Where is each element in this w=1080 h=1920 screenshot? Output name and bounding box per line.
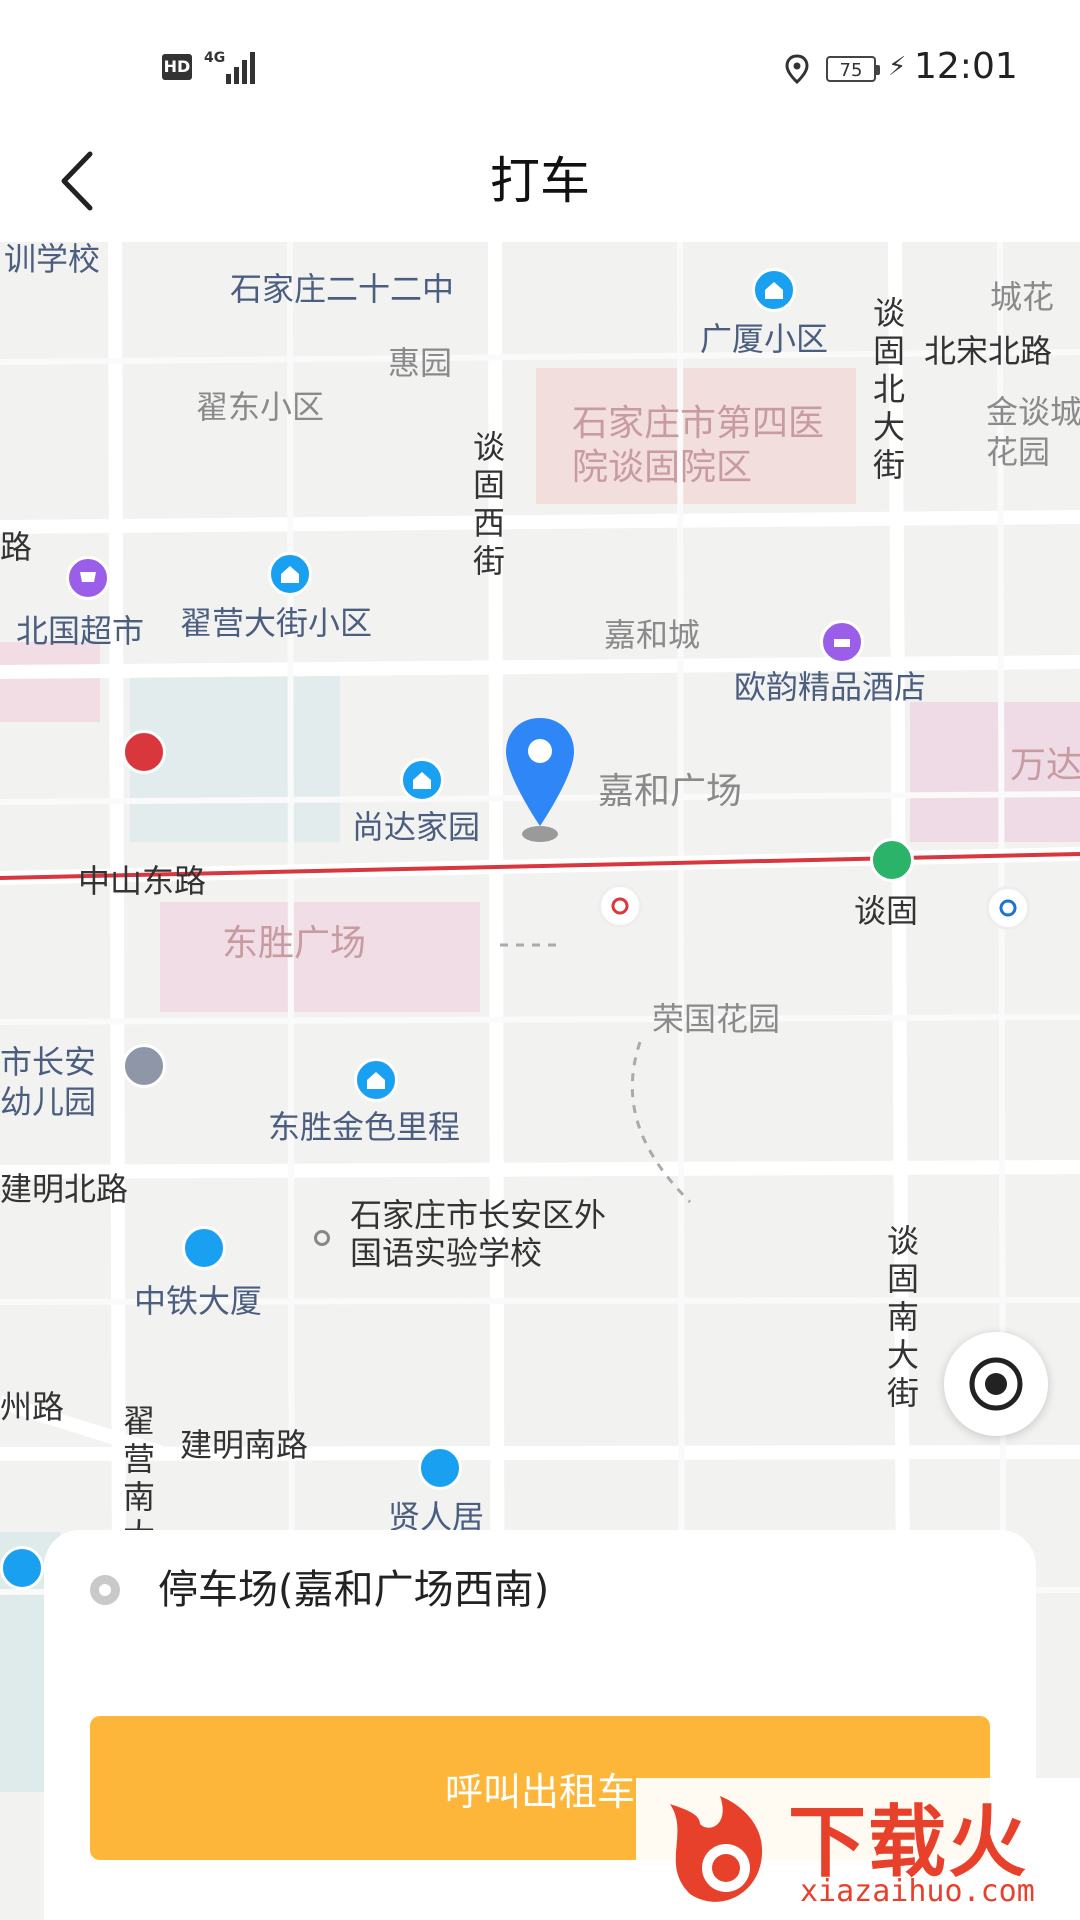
status-bar: HD 4G 75 ⚡ 12:01	[0, 0, 1080, 120]
map-label: 欧韵精品酒店	[734, 668, 927, 706]
residential-poi-icon[interactable]	[752, 268, 796, 312]
school-poi-icon[interactable]	[122, 1044, 166, 1088]
metro-station-icon[interactable]	[870, 838, 914, 882]
map-label: 中山东路	[78, 862, 207, 900]
map-label: 建明南路	[180, 1426, 309, 1464]
office-building-icon[interactable]	[182, 1226, 226, 1270]
locate-me-button[interactable]	[944, 1332, 1048, 1436]
origin-address[interactable]: 停车场(嘉和广场西南)	[158, 1560, 549, 1620]
hotel-poi-icon[interactable]	[820, 620, 864, 664]
map-label: 翟东小区	[196, 388, 325, 426]
map-label: 谈固	[854, 892, 919, 930]
map-pin-icon	[506, 718, 574, 842]
network-type: 4G	[204, 50, 226, 66]
map-label: 金谈城花园	[986, 393, 1080, 471]
map-label: 翟营大街小区	[180, 604, 373, 642]
residential-poi-icon[interactable]	[354, 1058, 398, 1102]
map-street-label: 谈固西街	[472, 428, 505, 580]
china-unicom-icon[interactable]	[598, 884, 642, 928]
school-dot-icon	[314, 1230, 330, 1246]
shopping-poi-icon[interactable]	[66, 556, 110, 600]
map-label: 东胜广场	[222, 923, 367, 964]
map-label: 路	[0, 528, 33, 566]
map-label: 北宋北路	[924, 332, 1053, 370]
map-label: 城花	[990, 278, 1055, 316]
hd-icon: HD	[162, 54, 192, 80]
watermark: 下载火 xiazaihuo.com	[636, 1778, 1080, 1920]
map-street-label: 谈固北大街	[872, 294, 905, 484]
china-telecom-icon[interactable]	[986, 886, 1030, 930]
charging-icon: ⚡	[888, 52, 907, 82]
map-label: 广厦小区	[700, 320, 829, 358]
map-label: 东胜金色里程	[268, 1108, 461, 1146]
residential-poi-icon[interactable]	[400, 758, 444, 802]
residential-poi-icon[interactable]	[268, 552, 312, 596]
location-status-icon	[785, 54, 809, 84]
watermark-domain: xiazaihuo.com	[800, 1874, 1035, 1909]
map-label: 训学校	[4, 242, 101, 278]
subway-station-icon[interactable]	[122, 730, 166, 774]
locate-icon	[969, 1357, 1023, 1411]
signal-icon	[226, 48, 260, 84]
map-label: 惠园	[388, 344, 453, 382]
map-label: 嘉和城	[604, 616, 701, 654]
map-label: 州路	[0, 1388, 65, 1426]
status-time: 12:01	[914, 46, 1018, 87]
map-label: 石家庄市长安区外国语实验学校	[350, 1196, 607, 1272]
education-poi-icon[interactable]	[0, 1546, 44, 1590]
page-title: 打车	[490, 152, 590, 210]
map-label: 嘉和广场	[598, 771, 743, 812]
map-label: 尚达家园	[352, 808, 481, 846]
flame-logo-icon	[670, 1796, 763, 1902]
map-label: 万达	[1010, 745, 1080, 786]
office-building-icon[interactable]	[418, 1446, 462, 1490]
map-label: 石家庄二十二中	[230, 270, 455, 308]
origin-dot-icon	[90, 1575, 120, 1605]
map-label: 市长安幼儿园	[0, 1043, 97, 1121]
battery-icon: 75	[826, 56, 880, 82]
map-street-label: 谈固南大街	[886, 1222, 919, 1412]
map-label: 中铁大厦	[134, 1282, 263, 1320]
map-label: 荣国花园	[652, 1000, 781, 1038]
map-label: 北国超市	[16, 612, 145, 650]
map-label: 建明北路	[0, 1170, 129, 1208]
map-label: 石家庄市第四医院谈固院区	[572, 403, 825, 488]
